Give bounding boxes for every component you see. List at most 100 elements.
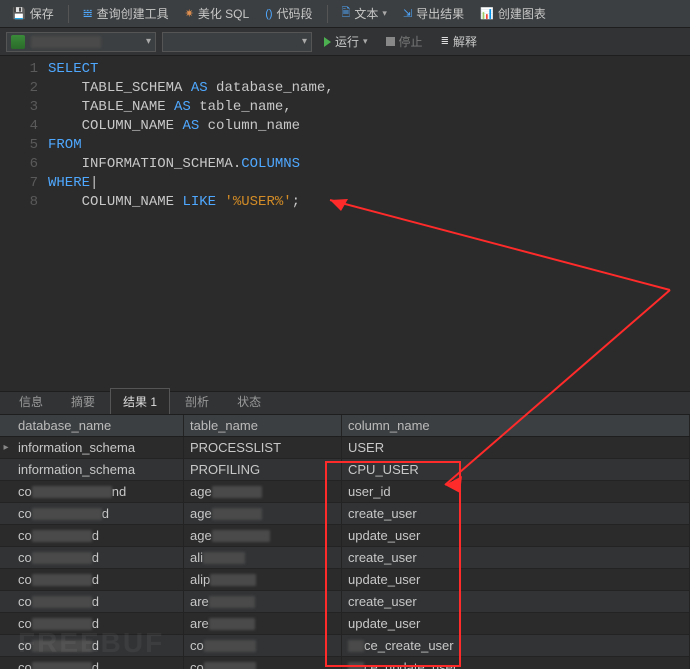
tab-info[interactable]: 信息 xyxy=(6,388,56,414)
cell-column-name[interactable]: update_user xyxy=(342,613,690,634)
cell-table-name[interactable]: age xyxy=(184,481,342,502)
code-line: WHERE| xyxy=(48,174,690,193)
code-line: TABLE_SCHEMA AS database_name, xyxy=(48,79,690,98)
run-label: 运行 xyxy=(335,33,359,50)
tab-result-1[interactable]: 结果 1 xyxy=(110,388,170,414)
cell-column-name[interactable]: update_user xyxy=(342,525,690,546)
cell-database-name[interactable]: cond xyxy=(12,481,184,502)
explain-icon: ≣ xyxy=(441,36,449,47)
run-button[interactable]: 运行 ▾ xyxy=(318,31,374,52)
text-button[interactable]: 🗎 文本 ▾ xyxy=(336,2,393,25)
table-row[interactable]: condageuser_id xyxy=(0,481,690,503)
play-icon xyxy=(324,37,331,47)
code-line: COLUMN_NAME AS column_name xyxy=(48,117,690,136)
stop-label: 停止 xyxy=(399,33,423,50)
beautify-sql-icon: ✷ xyxy=(185,7,194,20)
table-row[interactable]: codareupdate_user xyxy=(0,613,690,635)
stop-icon xyxy=(386,37,395,46)
cell-table-name[interactable]: ali xyxy=(184,547,342,568)
database-name-censored xyxy=(31,36,101,48)
cell-table-name[interactable]: age xyxy=(184,525,342,546)
cell-table-name[interactable]: age xyxy=(184,503,342,524)
cell-table-name[interactable]: are xyxy=(184,591,342,612)
table-row[interactable]: codagecreate_user xyxy=(0,503,690,525)
col-header-column-name[interactable]: column_name xyxy=(342,415,690,436)
code-snippet-button[interactable]: () 代码段 xyxy=(259,3,318,24)
beautify-sql-label: 美化 SQL xyxy=(198,5,249,22)
cell-database-name[interactable]: cod xyxy=(12,657,184,669)
cell-database-name[interactable]: cod xyxy=(12,613,184,634)
save-icon: 💾 xyxy=(12,7,26,20)
cell-column-name[interactable]: create_user xyxy=(342,591,690,612)
tab-summary-label: 摘要 xyxy=(71,395,95,409)
tab-analyze[interactable]: 剖析 xyxy=(172,388,222,414)
query-tool-icon: 𝍂 xyxy=(83,7,93,20)
cell-table-name[interactable]: alip xyxy=(184,569,342,590)
cell-database-name[interactable]: information_schema xyxy=(12,437,184,458)
col-header-table-name[interactable]: table_name xyxy=(184,415,342,436)
explain-button[interactable]: ≣ 解释 xyxy=(435,31,483,52)
cell-column-name[interactable]: USER xyxy=(342,437,690,458)
main-toolbar: 💾 保存 𝍂 查询创建工具 ✷ 美化 SQL () 代码段 🗎 文本 ▾ ⇲ 导… xyxy=(0,0,690,28)
cell-column-name[interactable]: create_user xyxy=(342,547,690,568)
export-result-button[interactable]: ⇲ 导出结果 xyxy=(397,3,470,24)
schema-select[interactable]: ▾ xyxy=(162,32,312,52)
text-label: 文本 xyxy=(354,5,378,22)
run-bar: ▾ ▾ 运行 ▾ 停止 ≣ 解释 xyxy=(0,28,690,56)
stop-button[interactable]: 停止 xyxy=(380,31,429,52)
beautify-sql-button[interactable]: ✷ 美化 SQL xyxy=(179,3,256,24)
cell-database-name[interactable]: cod xyxy=(12,547,184,568)
grid-header: database_name table_name column_name xyxy=(0,415,690,437)
code-snippet-label: 代码段 xyxy=(277,5,313,22)
cell-database-name[interactable]: cod xyxy=(12,503,184,524)
create-chart-button[interactable]: 📊 创建图表 xyxy=(474,3,552,24)
cell-table-name[interactable]: co xyxy=(184,635,342,656)
col-header-database-name[interactable]: database_name xyxy=(12,415,184,436)
tab-result-1-label: 结果 1 xyxy=(123,395,157,409)
table-row[interactable]: codarecreate_user xyxy=(0,591,690,613)
table-row[interactable]: codcoce_update_user xyxy=(0,657,690,669)
table-row[interactable]: codageupdate_user xyxy=(0,525,690,547)
cell-column-name[interactable]: update_user xyxy=(342,569,690,590)
cell-column-name[interactable]: CPU_USER xyxy=(342,459,690,480)
export-label: 导出结果 xyxy=(416,5,464,22)
query-tool-button[interactable]: 𝍂 查询创建工具 xyxy=(77,3,175,24)
cell-database-name[interactable]: cod xyxy=(12,525,184,546)
cell-column-name[interactable]: create_user xyxy=(342,503,690,524)
tab-analyze-label: 剖析 xyxy=(185,395,209,409)
tab-status[interactable]: 状态 xyxy=(224,388,274,414)
chevron-down-icon: ▾ xyxy=(382,8,387,19)
chart-icon: 📊 xyxy=(480,7,494,20)
text-icon: 🗎 xyxy=(342,4,351,23)
create-chart-label: 创建图表 xyxy=(498,5,546,22)
cell-table-name[interactable]: are xyxy=(184,613,342,634)
cell-column-name[interactable]: ce_update_user xyxy=(342,657,690,669)
toolbar-separator xyxy=(327,5,328,23)
cell-database-name[interactable]: cod xyxy=(12,569,184,590)
cell-column-name[interactable]: user_id xyxy=(342,481,690,502)
cell-table-name[interactable]: co xyxy=(184,657,342,669)
table-row[interactable]: codalicreate_user xyxy=(0,547,690,569)
toolbar-separator xyxy=(68,5,69,23)
table-row[interactable]: codcoce_create_user xyxy=(0,635,690,657)
cell-table-name[interactable]: PROFILING xyxy=(184,459,342,480)
tab-summary[interactable]: 摘要 xyxy=(58,388,108,414)
save-button[interactable]: 💾 保存 xyxy=(6,3,60,24)
code-line: COLUMN_NAME LIKE '%USER%'; xyxy=(48,193,690,212)
database-select[interactable]: ▾ xyxy=(6,32,156,52)
result-tabs: 信息 摘要 结果 1 剖析 状态 xyxy=(0,391,690,415)
table-row[interactable]: ▸information_schemaPROCESSLISTUSER xyxy=(0,437,690,459)
sql-editor[interactable]: 12345678 SELECT TABLE_SCHEMA AS database… xyxy=(0,56,690,391)
table-row[interactable]: codalipupdate_user xyxy=(0,569,690,591)
cell-table-name[interactable]: PROCESSLIST xyxy=(184,437,342,458)
sql-code-area[interactable]: SELECT TABLE_SCHEMA AS database_name, TA… xyxy=(48,60,690,391)
grid-body: ▸information_schemaPROCESSLISTUSERinform… xyxy=(0,437,690,669)
cell-database-name[interactable]: cod xyxy=(12,591,184,612)
cell-database-name[interactable]: information_schema xyxy=(12,459,184,480)
cell-column-name[interactable]: ce_create_user xyxy=(342,635,690,656)
tab-info-label: 信息 xyxy=(19,395,43,409)
cell-database-name[interactable]: cod xyxy=(12,635,184,656)
explain-label: 解释 xyxy=(453,33,477,50)
result-grid: database_name table_name column_name ▸in… xyxy=(0,415,690,669)
table-row[interactable]: information_schemaPROFILINGCPU_USER xyxy=(0,459,690,481)
